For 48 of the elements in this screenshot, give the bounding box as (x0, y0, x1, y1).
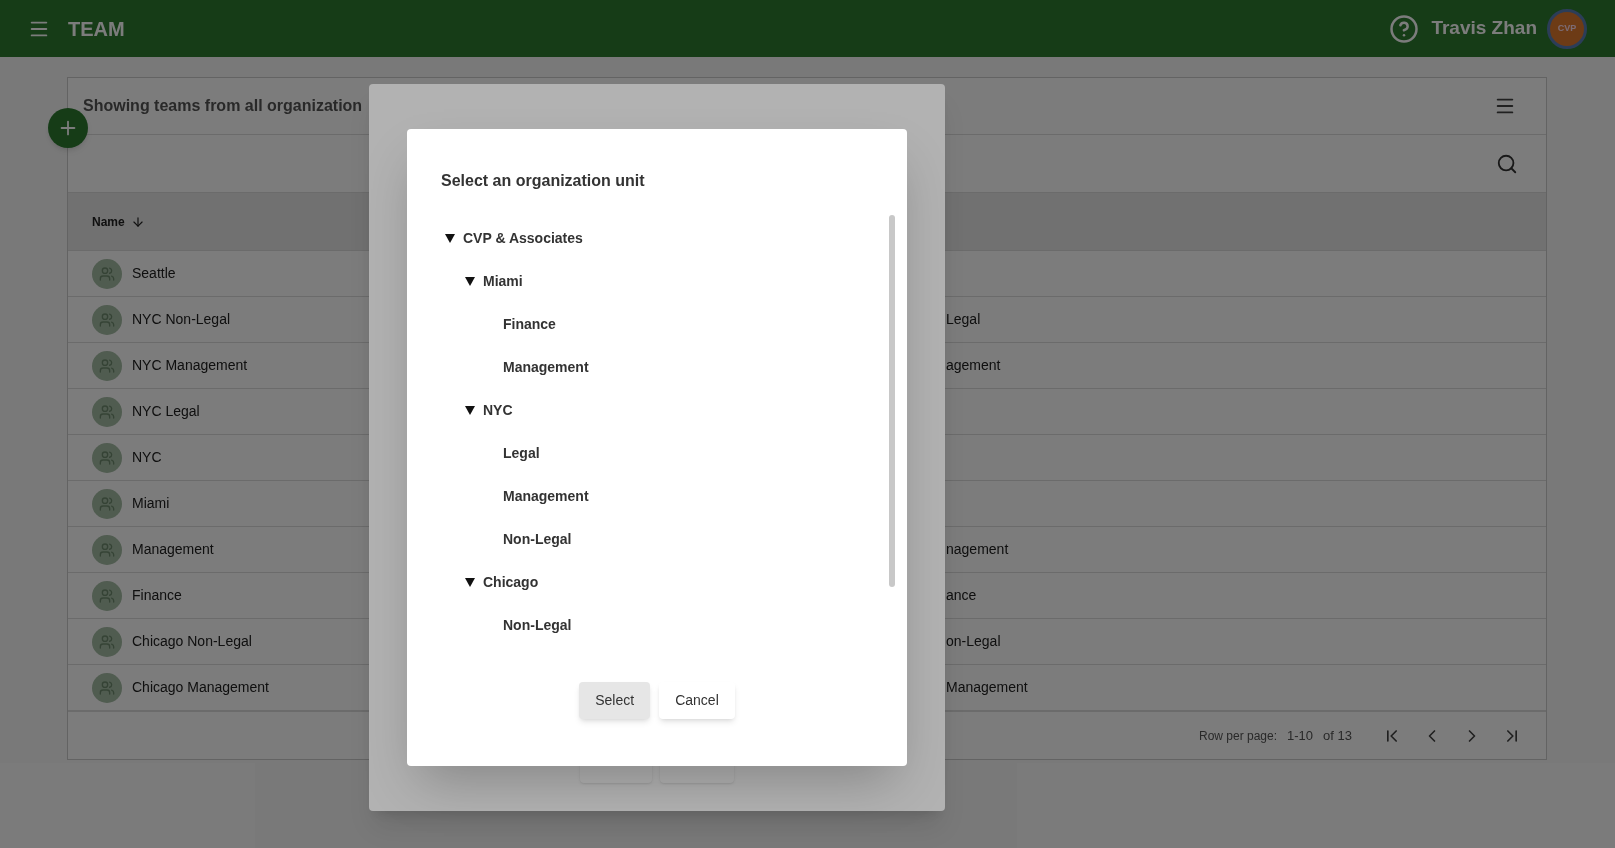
table-cell-text: NYC Non-Legal (132, 310, 231, 329)
table-cell-text: ance (946, 586, 977, 605)
group-icon (99, 265, 115, 282)
group-icon (99, 449, 115, 466)
table-cell-text: Chicago Non-Legal (132, 632, 252, 651)
card-caption: Showing teams from all organization (83, 96, 363, 116)
tree-item[interactable]: NYC (483, 400, 513, 421)
table-cell-text: Legal (946, 310, 981, 329)
group-icon (99, 633, 115, 650)
app-title: TEAM (68, 16, 125, 42)
tree-item[interactable]: Management (503, 486, 589, 507)
scrollbar[interactable] (889, 215, 895, 587)
dialog-button[interactable]: Cancel (659, 682, 735, 719)
dialog-button[interactable]: Select (579, 682, 651, 719)
tree-item[interactable]: Finance (503, 314, 556, 335)
table-cell-text: Management (132, 540, 214, 559)
group-icon (99, 357, 115, 374)
group-icon (99, 403, 115, 420)
dialog-title: Select an organization unit (441, 172, 645, 189)
tree-item[interactable]: Legal (503, 443, 540, 464)
table-cell-text: Chicago Management (132, 678, 269, 697)
table-cell-text: Finance (132, 586, 182, 605)
table-cell-text: Management (946, 678, 1028, 697)
tree-item[interactable]: Non-Legal (503, 615, 572, 636)
tree-item[interactable]: Non-Legal (503, 529, 572, 550)
column-header[interactable]: Name (92, 212, 145, 231)
group-icon (99, 495, 115, 512)
group-icon (99, 311, 115, 328)
table-cell-text: NYC Management (132, 356, 248, 375)
group-icon (99, 679, 115, 696)
table-cell-text: NYC Legal (132, 402, 200, 421)
tree-item[interactable]: Chicago (483, 572, 539, 593)
table-cell-text: nagement (946, 540, 1009, 559)
page-range: 1-10 (1287, 726, 1314, 745)
tree-item[interactable]: Miami (483, 271, 523, 292)
table-cell-text: agement (946, 356, 1001, 375)
tree-item[interactable]: CVP & Associates (463, 228, 583, 249)
page-total: of 13 (1323, 726, 1352, 745)
rows-per-page-label: Row per page: (1199, 727, 1278, 745)
table-cell-text: Seattle (132, 264, 176, 283)
group-icon (99, 541, 115, 558)
table-cell-text: NYC (132, 448, 162, 467)
table-cell-text: Miami (132, 494, 170, 513)
table-cell-text: on-Legal (946, 632, 1001, 651)
search-icon[interactable] (1496, 152, 1518, 175)
group-icon (99, 587, 115, 604)
tree-item[interactable]: Management (503, 357, 589, 378)
help-icon[interactable] (1389, 13, 1420, 44)
